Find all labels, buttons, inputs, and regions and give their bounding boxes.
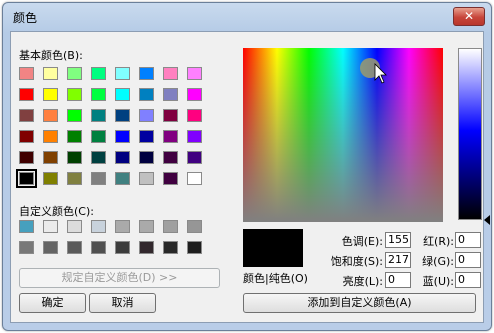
basic-color-swatch[interactable] — [91, 109, 106, 122]
custom-color-swatch[interactable] — [139, 220, 154, 233]
custom-color-swatch[interactable] — [115, 241, 130, 254]
basic-color-swatch[interactable] — [115, 88, 130, 101]
basic-color-swatch[interactable] — [115, 172, 130, 185]
basic-color-swatch[interactable] — [187, 67, 202, 80]
red-input[interactable]: 0 — [455, 232, 481, 248]
basic-color-swatch[interactable] — [67, 151, 82, 164]
custom-color-swatch[interactable] — [163, 220, 178, 233]
green-input[interactable]: 0 — [455, 252, 481, 268]
ok-button[interactable]: 确定 — [19, 293, 86, 313]
cancel-button[interactable]: 取消 — [89, 293, 156, 313]
basic-color-swatch[interactable] — [115, 67, 130, 80]
custom-color-swatch[interactable] — [43, 220, 58, 233]
basic-color-swatch[interactable] — [187, 88, 202, 101]
custom-color-swatch[interactable] — [91, 241, 106, 254]
color-solid-label: 颜色|纯色(O) — [243, 272, 308, 285]
basic-color-swatch[interactable] — [43, 109, 58, 122]
custom-color-swatch[interactable] — [67, 220, 82, 233]
hue-label: 色调(E): — [341, 235, 383, 248]
basic-color-swatch[interactable] — [91, 151, 106, 164]
custom-color-swatch[interactable] — [67, 241, 82, 254]
basic-color-swatch[interactable] — [139, 172, 154, 185]
basic-color-swatch[interactable] — [91, 130, 106, 143]
basic-color-swatch[interactable] — [187, 151, 202, 164]
basic-color-swatch[interactable] — [187, 130, 202, 143]
custom-color-swatch[interactable] — [139, 241, 154, 254]
hue-input[interactable]: 155 — [385, 232, 411, 248]
custom-color-swatch[interactable] — [115, 220, 130, 233]
saturation-input[interactable]: 217 — [385, 252, 411, 268]
custom-color-swatch[interactable] — [91, 220, 106, 233]
basic-color-swatch[interactable] — [67, 130, 82, 143]
basic-color-swatch[interactable] — [19, 151, 34, 164]
basic-color-swatch[interactable] — [163, 151, 178, 164]
basic-color-swatch[interactable] — [91, 172, 106, 185]
basic-color-swatch[interactable] — [19, 130, 34, 143]
basic-color-swatch[interactable] — [67, 109, 82, 122]
basic-color-swatch[interactable] — [91, 88, 106, 101]
basic-color-swatch[interactable] — [139, 88, 154, 101]
red-label: 红(R): — [423, 235, 454, 248]
custom-color-swatch[interactable] — [187, 241, 202, 254]
basic-color-swatch[interactable] — [115, 151, 130, 164]
blue-input[interactable]: 0 — [455, 272, 481, 288]
basic-color-swatch[interactable] — [67, 172, 82, 185]
basic-color-swatch[interactable] — [163, 130, 178, 143]
custom-color-swatch[interactable] — [19, 220, 34, 233]
blue-label: 蓝(U): — [422, 275, 454, 288]
basic-color-swatch[interactable] — [19, 88, 34, 101]
custom-color-swatch[interactable] — [163, 241, 178, 254]
custom-color-swatch[interactable] — [19, 241, 34, 254]
basic-color-swatch[interactable] — [115, 130, 130, 143]
basic-color-swatch[interactable] — [67, 67, 82, 80]
hue-saturation-spectrum[interactable] — [243, 48, 443, 222]
saturation-label: 饱和度(S): — [330, 255, 383, 268]
basic-color-swatch[interactable] — [43, 88, 58, 101]
title-bar[interactable]: 颜色 ✕ — [3, 3, 491, 29]
basic-color-swatch[interactable] — [163, 88, 178, 101]
basic-color-swatch[interactable] — [115, 109, 130, 122]
basic-color-swatch[interactable] — [67, 88, 82, 101]
basic-color-swatch[interactable] — [163, 67, 178, 80]
basic-color-swatch[interactable] — [139, 130, 154, 143]
basic-color-swatch[interactable] — [43, 130, 58, 143]
basic-color-swatch[interactable] — [139, 109, 154, 122]
basic-color-swatch[interactable] — [163, 172, 178, 185]
green-label: 绿(G): — [422, 255, 454, 268]
dialog-client-area: 基本颜色(B): 自定义颜色(C): 规定自定义颜色(D) >> 确定 取消 颜… — [10, 31, 490, 323]
window-title: 颜色 — [13, 11, 38, 25]
close-button[interactable]: ✕ — [453, 7, 485, 26]
basic-color-swatch[interactable] — [43, 172, 58, 185]
basic-color-swatch[interactable] — [16, 169, 37, 188]
basic-color-swatch[interactable] — [163, 109, 178, 122]
basic-color-swatch[interactable] — [139, 151, 154, 164]
basic-color-swatch[interactable] — [139, 67, 154, 80]
luminance-input[interactable]: 0 — [385, 272, 411, 288]
basic-color-swatch[interactable] — [19, 109, 34, 122]
basic-color-swatch[interactable] — [91, 67, 106, 80]
custom-color-swatch[interactable] — [187, 220, 202, 233]
basic-color-swatch[interactable] — [43, 67, 58, 80]
luminance-slider-arrow-icon[interactable] — [484, 215, 490, 225]
add-to-custom-colors-button[interactable]: 添加到自定义颜色(A) — [243, 293, 476, 313]
basic-color-swatch[interactable] — [187, 172, 202, 185]
basic-colors-label: 基本颜色(B): — [19, 49, 83, 62]
luminance-slider[interactable] — [458, 48, 482, 220]
basic-color-swatch[interactable] — [187, 109, 202, 122]
custom-colors-label: 自定义颜色(C): — [19, 205, 94, 218]
basic-color-swatch[interactable] — [43, 151, 58, 164]
luminance-label: 亮度(L): — [342, 275, 383, 288]
define-custom-colors-button[interactable]: 规定自定义颜色(D) >> — [19, 268, 220, 288]
basic-color-swatch[interactable] — [19, 67, 34, 80]
custom-color-swatch[interactable] — [43, 241, 58, 254]
color-preview — [243, 229, 303, 267]
color-dialog-window: 颜色 ✕ 基本颜色(B): 自定义颜色(C): 规定自定义颜色(D) >> 确定… — [2, 2, 492, 331]
